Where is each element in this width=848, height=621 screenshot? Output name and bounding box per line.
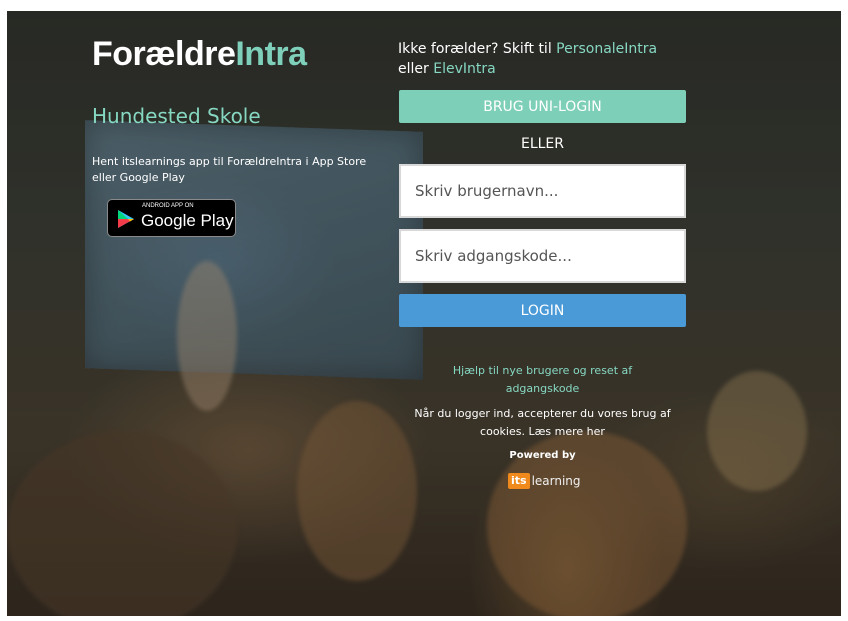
foraeldreintra-logo: ForældreIntra — [92, 35, 307, 73]
play-store-icon — [118, 210, 134, 228]
elevintra-link[interactable]: ElevIntra — [433, 61, 495, 77]
school-name: Hundested Skole — [92, 104, 261, 128]
powered-by-label: Powered by — [509, 450, 576, 461]
itslearning-logo: its learning — [508, 472, 581, 490]
learning-word: learning — [531, 474, 581, 488]
uni-login-button[interactable]: BRUG UNI-LOGIN — [399, 90, 686, 123]
badge-big-text: Google Play — [141, 211, 234, 230]
password-input[interactable] — [399, 229, 686, 283]
cookie-notice: Når du logger ind, accepterer du vores b… — [410, 405, 675, 441]
username-input[interactable] — [399, 164, 686, 218]
login-button[interactable]: LOGIN — [399, 294, 686, 327]
help-reset-link[interactable]: Hjælp til nye brugere og reset af adgang… — [430, 362, 655, 398]
read-more-link[interactable]: Læs mere her — [528, 425, 604, 438]
or-divider: ELLER — [520, 136, 565, 152]
personaleintra-link[interactable]: PersonaleIntra — [556, 41, 657, 57]
badge-small-text: ANDROID APP ON — [142, 203, 194, 209]
app-promo-text: Hent itslearnings app til ForældreIntra … — [92, 155, 367, 184]
switch-middle: eller — [398, 61, 434, 77]
its-mark: its — [508, 473, 530, 489]
portal-switch: Ikke forælder? Skift til PersonaleIntra … — [398, 39, 698, 79]
google-play-badge[interactable]: ANDROID APP ON Google Play — [107, 199, 236, 237]
switch-prefix: Ikke forælder? Skift til — [398, 41, 557, 57]
